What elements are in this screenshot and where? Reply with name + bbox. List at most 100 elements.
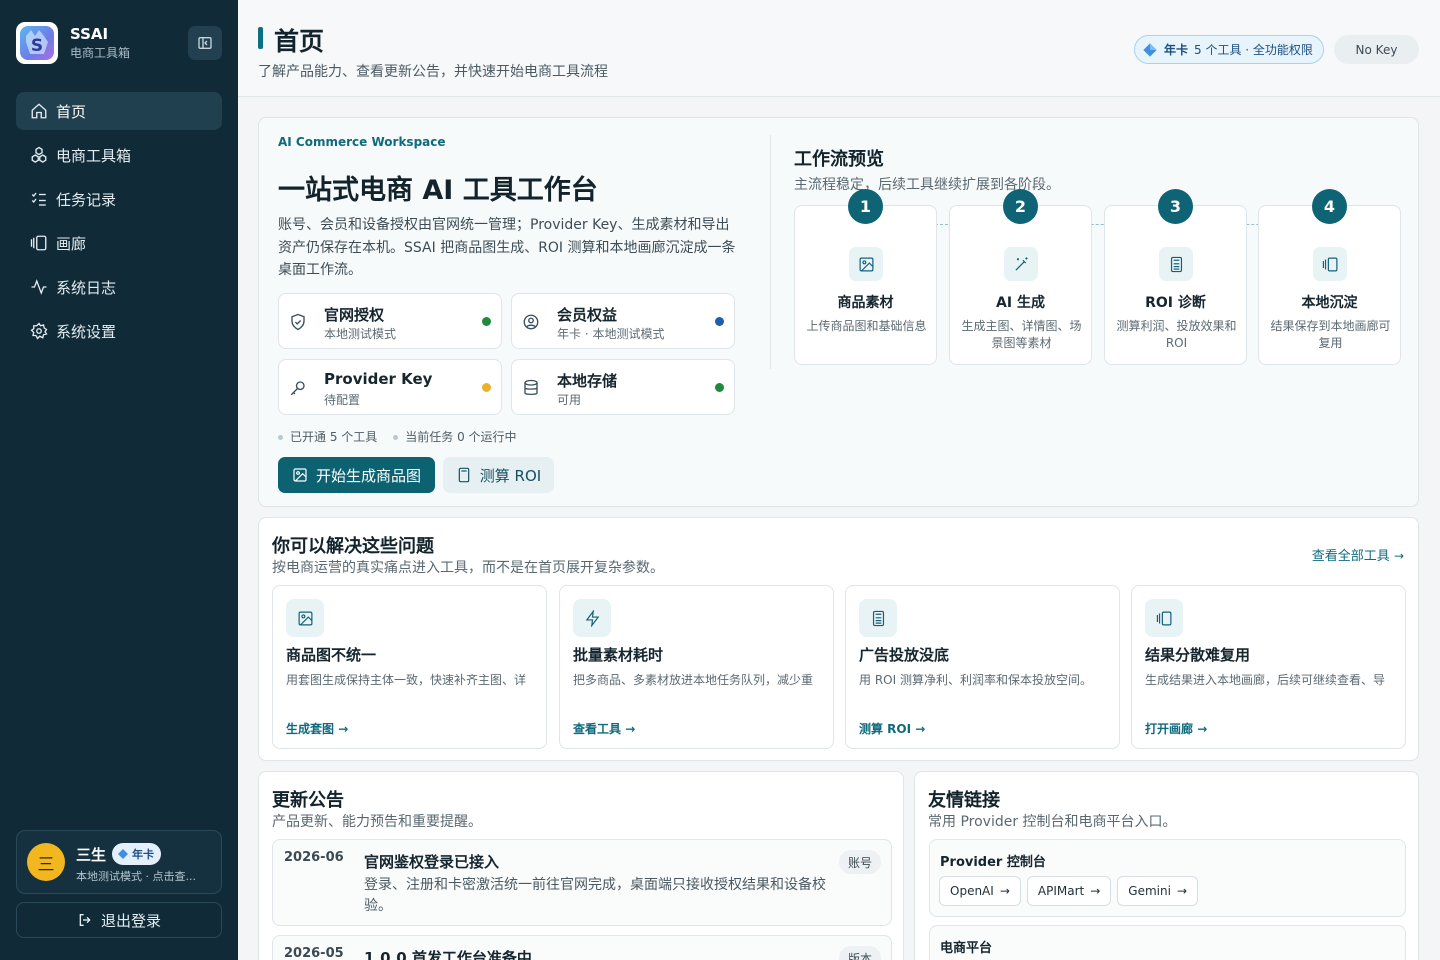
- hero-title: 一站式电商 AI 工具工作台: [278, 175, 598, 206]
- sidebar-item-label: 首页: [56, 102, 87, 121]
- workflow-title: 工作流预览: [794, 149, 884, 170]
- membership-badge: 年卡: [112, 843, 161, 865]
- link-openai[interactable]: OpenAI →: [939, 876, 1021, 906]
- arrow-right-icon: →: [999, 884, 1010, 898]
- diamond-icon: [1143, 42, 1157, 57]
- problem-card[interactable]: 批量素材耗时 把多商品、多素材放进本地任务队列，减少重 查看工具 →: [559, 585, 834, 749]
- problem-link[interactable]: 生成套图 →: [286, 720, 348, 737]
- sidebar-item-settings[interactable]: 系统设置: [16, 312, 222, 350]
- sidebar-item-logs[interactable]: 系统日志: [16, 268, 222, 306]
- problem-link-label: 测算 ROI: [859, 722, 912, 736]
- sidebar-item-label: 画廊: [56, 234, 87, 253]
- link-apimart[interactable]: APIMart →: [1026, 876, 1112, 906]
- problem-icon-box: [573, 599, 611, 637]
- sidebar: S SSAI 电商工具箱 首页 电商工具箱 任务记录 画廊 系统日志 系统设置 …: [0, 0, 238, 960]
- problems-subtitle: 按电商运营的真实痛点进入工具，而不是在首页展开复杂参数。: [272, 560, 664, 576]
- links-title: 友情链接: [928, 790, 1000, 811]
- problem-title: 广告投放没底: [859, 646, 950, 664]
- problem-link[interactable]: 查看工具 →: [573, 720, 635, 737]
- home-icon: [31, 103, 47, 119]
- arrow-right-icon: →: [915, 722, 926, 736]
- problem-card[interactable]: 商品图不统一 用套图生成保持主体一致，快速补齐主图、详 生成套图 →: [272, 585, 547, 749]
- hero-divider: [770, 135, 771, 369]
- see-all-tools-link[interactable]: 查看全部工具 →: [1312, 545, 1404, 564]
- step-icon-box: [1159, 247, 1193, 281]
- problem-title: 结果分散难复用: [1145, 646, 1251, 664]
- link-gemini[interactable]: Gemini →: [1117, 876, 1198, 906]
- arrow-right-icon: →: [1176, 884, 1187, 898]
- sidebar-item-label: 任务记录: [56, 190, 117, 209]
- user-circle-icon: [523, 314, 539, 330]
- status-dot: [482, 383, 491, 392]
- problems-card: 你可以解决这些问题 按电商运营的真实痛点进入工具，而不是在首页展开复杂参数。 查…: [258, 517, 1419, 761]
- calc-roi-button[interactable]: 测算 ROI: [443, 457, 554, 493]
- status-subtitle: 本地测试模式: [324, 327, 397, 341]
- sidebar-item-gallery[interactable]: 画廊: [16, 224, 222, 262]
- link-group-provider: Provider 控制台 OpenAI → APIMart → Gemini →: [929, 839, 1406, 917]
- app-logo: S: [16, 22, 58, 64]
- logout-icon: [79, 914, 91, 926]
- status-title: 本地存储: [557, 372, 618, 390]
- calculator-icon: [872, 610, 884, 626]
- news-item[interactable]: 2026-05 1.0.0 首发工作台准备中 版本: [272, 935, 892, 960]
- lightning-icon: [585, 609, 599, 627]
- sidebar-item-tasks[interactable]: 任务记录: [16, 180, 222, 218]
- step-description: 结果保存到本地画廊可复用: [1270, 319, 1391, 350]
- status-title: 会员权益: [557, 306, 618, 324]
- problems-title: 你可以解决这些问题: [272, 536, 434, 557]
- problem-link-label: 打开画廊: [1145, 722, 1194, 736]
- key-status-pill[interactable]: No Key: [1334, 35, 1419, 64]
- start-generate-label: 开始生成商品图: [315, 466, 421, 485]
- membership-badge-label: 年卡: [132, 848, 154, 861]
- news-item-title: 1.0.0 首发工作台准备中: [364, 949, 532, 960]
- status-card-membership: 会员权益 年卡 · 本地测试模式: [511, 293, 735, 349]
- hero-meta: 已开通 5 个工具 当前任务 0 个运行中: [278, 428, 517, 445]
- brand-name: SSAI: [70, 25, 109, 43]
- status-card-provider-key: Provider Key 待配置: [278, 359, 502, 415]
- key-icon: [290, 381, 305, 396]
- news-tag: 版本: [838, 946, 881, 960]
- shield-check-icon: [291, 313, 305, 331]
- gallery-icon: [1322, 257, 1337, 271]
- logout-button[interactable]: 退出登录: [16, 902, 222, 938]
- problem-link[interactable]: 测算 ROI →: [859, 720, 925, 737]
- links-subtitle: 常用 Provider 控制台和电商平台入口。: [928, 814, 1177, 830]
- problem-card[interactable]: 结果分散难复用 生成结果进入本地画廊，后续可继续查看、导 打开画廊 →: [1131, 585, 1406, 749]
- status-dot: [715, 317, 724, 326]
- arrow-right-icon: →: [1393, 549, 1404, 563]
- user-name: 三生: [76, 846, 107, 864]
- status-subtitle: 待配置: [324, 393, 361, 407]
- problem-link-label: 查看工具: [573, 722, 622, 736]
- step-description: 生成主图、详情图、场景图等素材: [961, 319, 1082, 350]
- plan-pill[interactable]: 年卡 5 个工具 · 全功能权限: [1134, 35, 1324, 64]
- sidebar-item-home[interactable]: 首页: [16, 92, 222, 130]
- problem-description: 用 ROI 测算净利、利润率和保本投放空间。: [859, 673, 1092, 687]
- collapse-sidebar-button[interactable]: [188, 26, 222, 60]
- status-dot: [715, 383, 724, 392]
- calc-roi-label: 测算 ROI: [479, 466, 542, 485]
- problem-title: 商品图不统一: [286, 646, 377, 664]
- boxes-icon: [31, 146, 47, 163]
- brand-subtitle: 电商工具箱: [70, 46, 131, 60]
- arrow-right-icon: →: [625, 722, 636, 736]
- running-task-count: 当前任务 0 个运行中: [393, 428, 516, 445]
- arrow-right-icon: →: [338, 722, 349, 736]
- step-title: 商品素材: [837, 295, 894, 311]
- start-generate-button[interactable]: 开始生成商品图: [278, 457, 435, 493]
- step-description: 上传商品图和基础信息: [806, 319, 927, 333]
- workflow-step: 2 AI 生成 生成主图、详情图、场景图等素材: [949, 189, 1092, 365]
- user-card[interactable]: 三 三生 年卡 本地测试模式 · 点击查...: [16, 830, 222, 894]
- status-title: 官网授权: [324, 306, 385, 324]
- arrow-right-icon: →: [1197, 722, 1208, 736]
- problem-card[interactable]: 广告投放没底 用 ROI 测算净利、利润率和保本投放空间。 测算 ROI →: [845, 585, 1120, 749]
- logout-label: 退出登录: [100, 911, 161, 930]
- link-row: OpenAI → APIMart → Gemini →: [939, 876, 1198, 906]
- sidebar-item-toolbox[interactable]: 电商工具箱: [16, 136, 222, 174]
- news-item[interactable]: 2026-06 官网鉴权登录已接入 登录、注册和卡密激活统一前往官网完成，桌面端…: [272, 839, 892, 926]
- news-subtitle: 产品更新、能力预告和重要提醒。: [272, 814, 482, 830]
- status-subtitle: 年卡 · 本地测试模式: [557, 327, 665, 341]
- problem-description: 生成结果进入本地画廊，后续可继续查看、导: [1145, 673, 1386, 687]
- image-icon: [859, 257, 873, 271]
- step-number: 3: [1158, 189, 1193, 224]
- problem-link[interactable]: 打开画廊 →: [1145, 720, 1207, 737]
